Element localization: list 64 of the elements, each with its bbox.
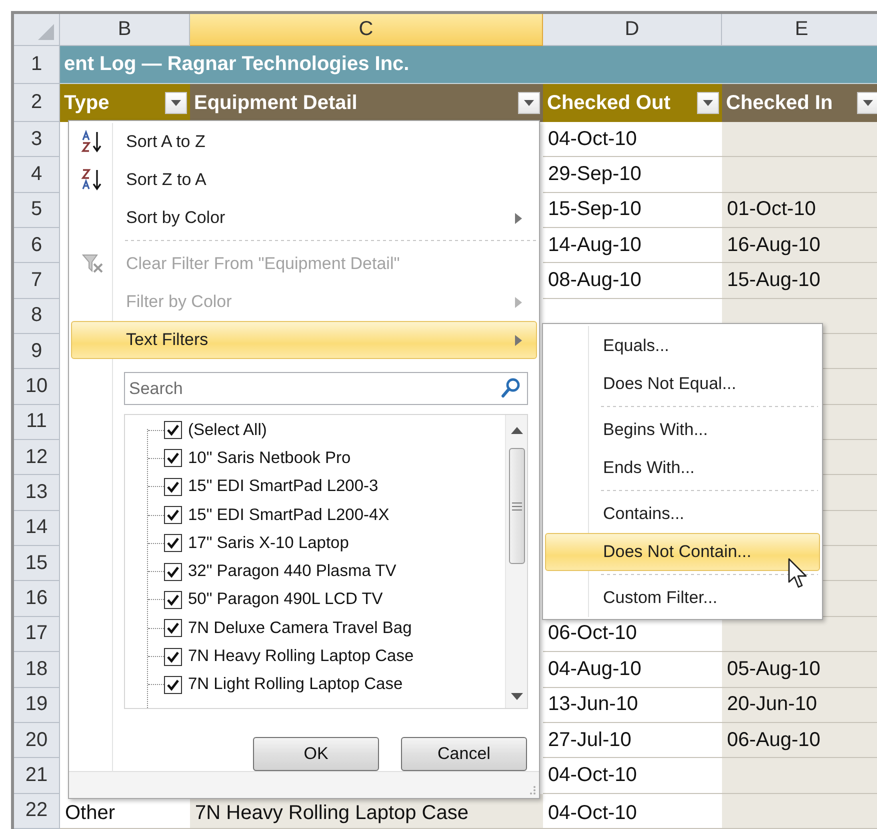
value-label[interactable]: 32" Paragon 440 Plasma TV — [182, 562, 396, 582]
table-cell: 16-Aug-10 — [722, 228, 877, 264]
row-header[interactable]: 22 — [14, 794, 60, 829]
table-cell: 15-Sep-10 — [543, 192, 722, 228]
menu-item[interactable]: Sort A to Z — [71, 123, 537, 161]
row-header[interactable]: 21 — [14, 758, 60, 794]
value-label[interactable]: 7N Deluxe Camera Travel Bag — [182, 618, 412, 638]
column-heading: Equipment Detail — [194, 92, 358, 114]
table-cell: 15-Aug-10 — [722, 263, 877, 299]
table-cell: 13-Jun-10 — [543, 688, 722, 723]
value-label[interactable]: 50" Paragon 490L LCD TV — [182, 590, 383, 610]
menu-item[interactable]: Does Not Contain... — [545, 533, 820, 571]
column-heading: Checked In — [726, 92, 833, 114]
value-label[interactable]: 17" Saris X-10 Laptop — [182, 534, 349, 553]
column-heading: Type — [64, 92, 110, 114]
row-header[interactable]: 4 — [14, 157, 60, 193]
cancel-button[interactable]: Cancel — [401, 737, 527, 771]
column-header[interactable]: C — [190, 14, 543, 46]
row-header[interactable]: 8 — [14, 298, 60, 334]
row-header[interactable]: 6 — [14, 228, 60, 264]
row-header[interactable]: 9 — [14, 334, 60, 370]
row-header[interactable]: 5 — [14, 192, 60, 228]
row-header[interactable]: 1 — [14, 46, 60, 84]
menu-item[interactable]: Contains... — [545, 495, 820, 533]
row-header[interactable]: 10 — [14, 369, 60, 405]
value-label[interactable]: 10" Saris Netbook Pro — [182, 448, 351, 468]
column-heading: Checked Out — [547, 92, 670, 114]
menu-item[interactable]: Does Not Equal... — [545, 365, 820, 403]
value-label[interactable]: 15" EDI SmartPad L200-3 — [182, 477, 378, 496]
row-header[interactable]: 11 — [14, 404, 60, 440]
title-cell: ent Log — Ragnar Technologies Inc. — [60, 46, 877, 84]
value-label[interactable]: 7N Heavy Rolling Laptop Case — [182, 647, 414, 666]
column-header[interactable]: B — [60, 14, 190, 46]
menu-item[interactable]: Ends With... — [545, 449, 820, 487]
table-cell: 06-Aug-10 — [722, 722, 877, 758]
row-header[interactable]: 16 — [14, 581, 60, 617]
row-header[interactable]: 14 — [14, 510, 60, 546]
table-cell: 05-Aug-10 — [722, 652, 877, 688]
menu-item[interactable]: Sort Z to A — [71, 161, 537, 199]
value-label[interactable]: (Select All) — [182, 420, 267, 440]
menu-item[interactable]: Equals... — [545, 327, 820, 365]
menu-item[interactable]: Text Filters — [71, 321, 537, 359]
row-header[interactable]: 2 — [14, 84, 60, 122]
row-header[interactable]: 3 — [14, 122, 60, 158]
menu-item[interactable]: Begins With... — [545, 411, 820, 449]
row-header[interactable]: 13 — [14, 475, 60, 511]
row-header[interactable]: 20 — [14, 722, 60, 758]
row-header[interactable]: 18 — [14, 652, 60, 688]
row-header[interactable]: 15 — [14, 546, 60, 582]
table-cell: 20-Jun-10 — [722, 688, 877, 723]
table-cell: 01-Oct-10 — [722, 192, 877, 228]
row-header[interactable]: 7 — [14, 263, 60, 299]
table-cell: 04-Oct-10 — [543, 794, 722, 829]
row-header[interactable]: 12 — [14, 440, 60, 476]
column-header[interactable]: E — [722, 14, 877, 46]
value-label[interactable]: 7N Light Rolling Laptop Case — [182, 675, 403, 694]
menu-item[interactable]: Sort by Color — [71, 199, 537, 237]
search-field[interactable]: Search — [124, 372, 528, 405]
row-header[interactable]: 17 — [14, 616, 60, 652]
row-header[interactable]: 19 — [14, 688, 60, 723]
value-label[interactable]: 15" EDI SmartPad L200-4X — [182, 506, 390, 525]
ok-button[interactable]: OK — [253, 737, 379, 771]
column-header[interactable]: D — [543, 14, 722, 46]
menu-item[interactable]: Custom Filter... — [545, 579, 820, 617]
